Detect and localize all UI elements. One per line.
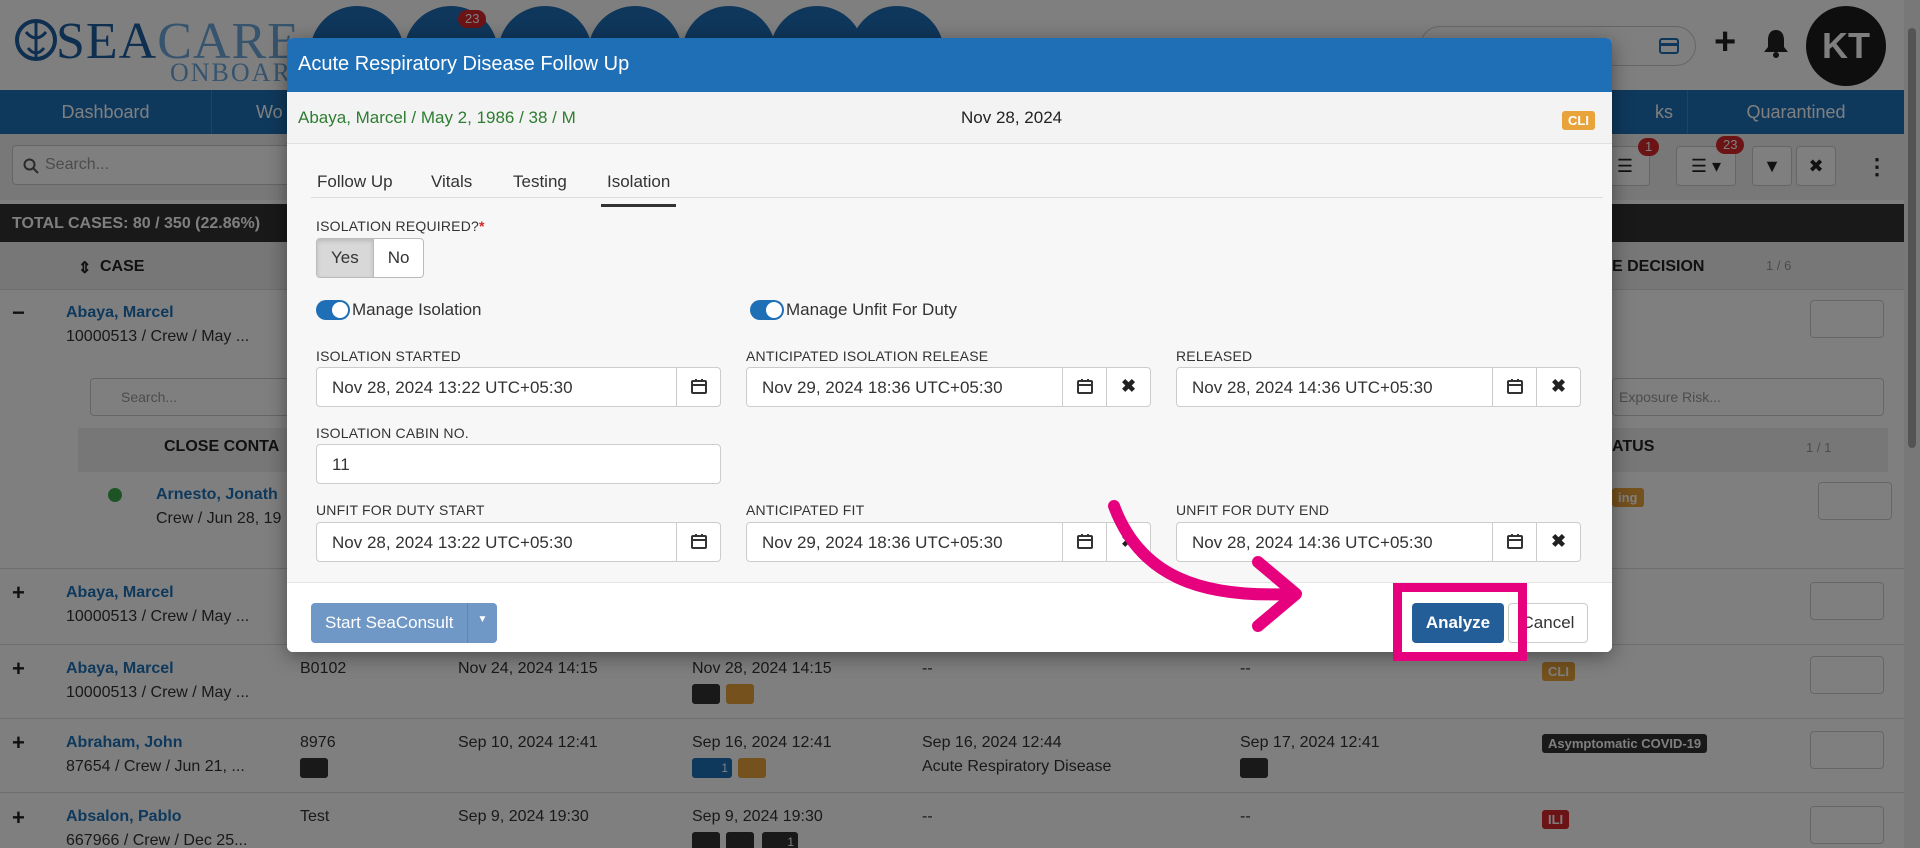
- isolation-started-field[interactable]: Nov 28, 2024 13:22 UTC+05:30: [316, 367, 721, 407]
- yes-option-button[interactable]: Yes: [317, 239, 374, 277]
- follow-up-date: Nov 28, 2024: [961, 108, 1063, 127]
- start-seaconsult-button[interactable]: Start SeaConsult ▼: [311, 603, 497, 643]
- modal-title: Acute Respiratory Disease Follow Up: [287, 38, 1612, 92]
- start-seaconsult-label: Start SeaConsult: [325, 613, 454, 632]
- patient-info: Abaya, Marcel / May 2, 1986 / 38 / M: [298, 108, 576, 127]
- isolation-required-label: ISOLATION REQUIRED?*: [316, 218, 485, 234]
- unfit-start-value: Nov 28, 2024 13:22 UTC+05:30: [332, 533, 573, 552]
- anticipated-release-value: Nov 29, 2024 18:36 UTC+05:30: [762, 378, 1003, 397]
- clear-icon[interactable]: ✖: [1536, 523, 1580, 561]
- manage-unfit-switch[interactable]: [750, 300, 784, 320]
- no-option-button[interactable]: No: [374, 239, 424, 277]
- isolation-required-toggle: Yes No: [316, 238, 425, 278]
- tab-follow-up[interactable]: Follow Up: [317, 172, 393, 192]
- follow-up-modal: Acute Respiratory Disease Follow Up Abay…: [287, 38, 1612, 652]
- tab-isolation[interactable]: Isolation: [601, 172, 677, 207]
- released-value: Nov 28, 2024 14:36 UTC+05:30: [1192, 378, 1433, 397]
- clear-icon[interactable]: ✖: [1536, 368, 1580, 406]
- anticipated-fit-field[interactable]: Nov 29, 2024 18:36 UTC+05:30 ✖: [746, 522, 1151, 562]
- isolation-cabin-value: 11: [332, 455, 350, 474]
- modal-tabs: Follow Up Vitals Testing Isolation: [311, 152, 1603, 207]
- isolation-required-text: ISOLATION REQUIRED?: [316, 218, 480, 234]
- calendar-icon[interactable]: [676, 523, 720, 561]
- anticipated-fit-label: ANTICIPATED FIT: [746, 502, 865, 518]
- released-field[interactable]: Nov 28, 2024 14:36 UTC+05:30 ✖: [1176, 367, 1581, 407]
- unfit-start-field[interactable]: Nov 28, 2024 13:22 UTC+05:30: [316, 522, 721, 562]
- manage-isolation-label: Manage Isolation: [352, 300, 482, 319]
- anticipated-release-label: ANTICIPATED ISOLATION RELEASE: [746, 348, 989, 364]
- calendar-icon[interactable]: [676, 368, 720, 406]
- tab-testing[interactable]: Testing: [513, 172, 567, 192]
- pointer-arrow-icon: [1108, 500, 1302, 632]
- patient-info-bar: Abaya, Marcel / May 2, 1986 / 38 / M Nov…: [287, 92, 1612, 144]
- calendar-icon[interactable]: [1492, 523, 1536, 561]
- isolation-cabin-label: ISOLATION CABIN NO.: [316, 425, 469, 441]
- anticipated-fit-value: Nov 29, 2024 18:36 UTC+05:30: [762, 533, 1003, 552]
- unfit-start-label: UNFIT FOR DUTY START: [316, 502, 485, 518]
- clear-icon[interactable]: ✖: [1106, 368, 1150, 406]
- isolation-started-label: ISOLATION STARTED: [316, 348, 461, 364]
- calendar-icon[interactable]: [1492, 368, 1536, 406]
- required-marker: *: [479, 218, 485, 234]
- isolation-started-value: Nov 28, 2024 13:22 UTC+05:30: [332, 378, 573, 397]
- analyze-highlight-box: [1393, 583, 1527, 661]
- chevron-down-icon[interactable]: ▼: [467, 603, 497, 643]
- anticipated-release-field[interactable]: Nov 29, 2024 18:36 UTC+05:30 ✖: [746, 367, 1151, 407]
- case-type-badge: CLI: [1562, 111, 1595, 130]
- manage-isolation-switch[interactable]: [316, 300, 350, 320]
- calendar-icon[interactable]: [1062, 368, 1106, 406]
- isolation-cabin-input[interactable]: 11: [316, 444, 721, 484]
- tab-vitals[interactable]: Vitals: [431, 172, 472, 192]
- released-label: RELEASED: [1176, 348, 1253, 364]
- manage-unfit-label: Manage Unfit For Duty: [786, 300, 958, 319]
